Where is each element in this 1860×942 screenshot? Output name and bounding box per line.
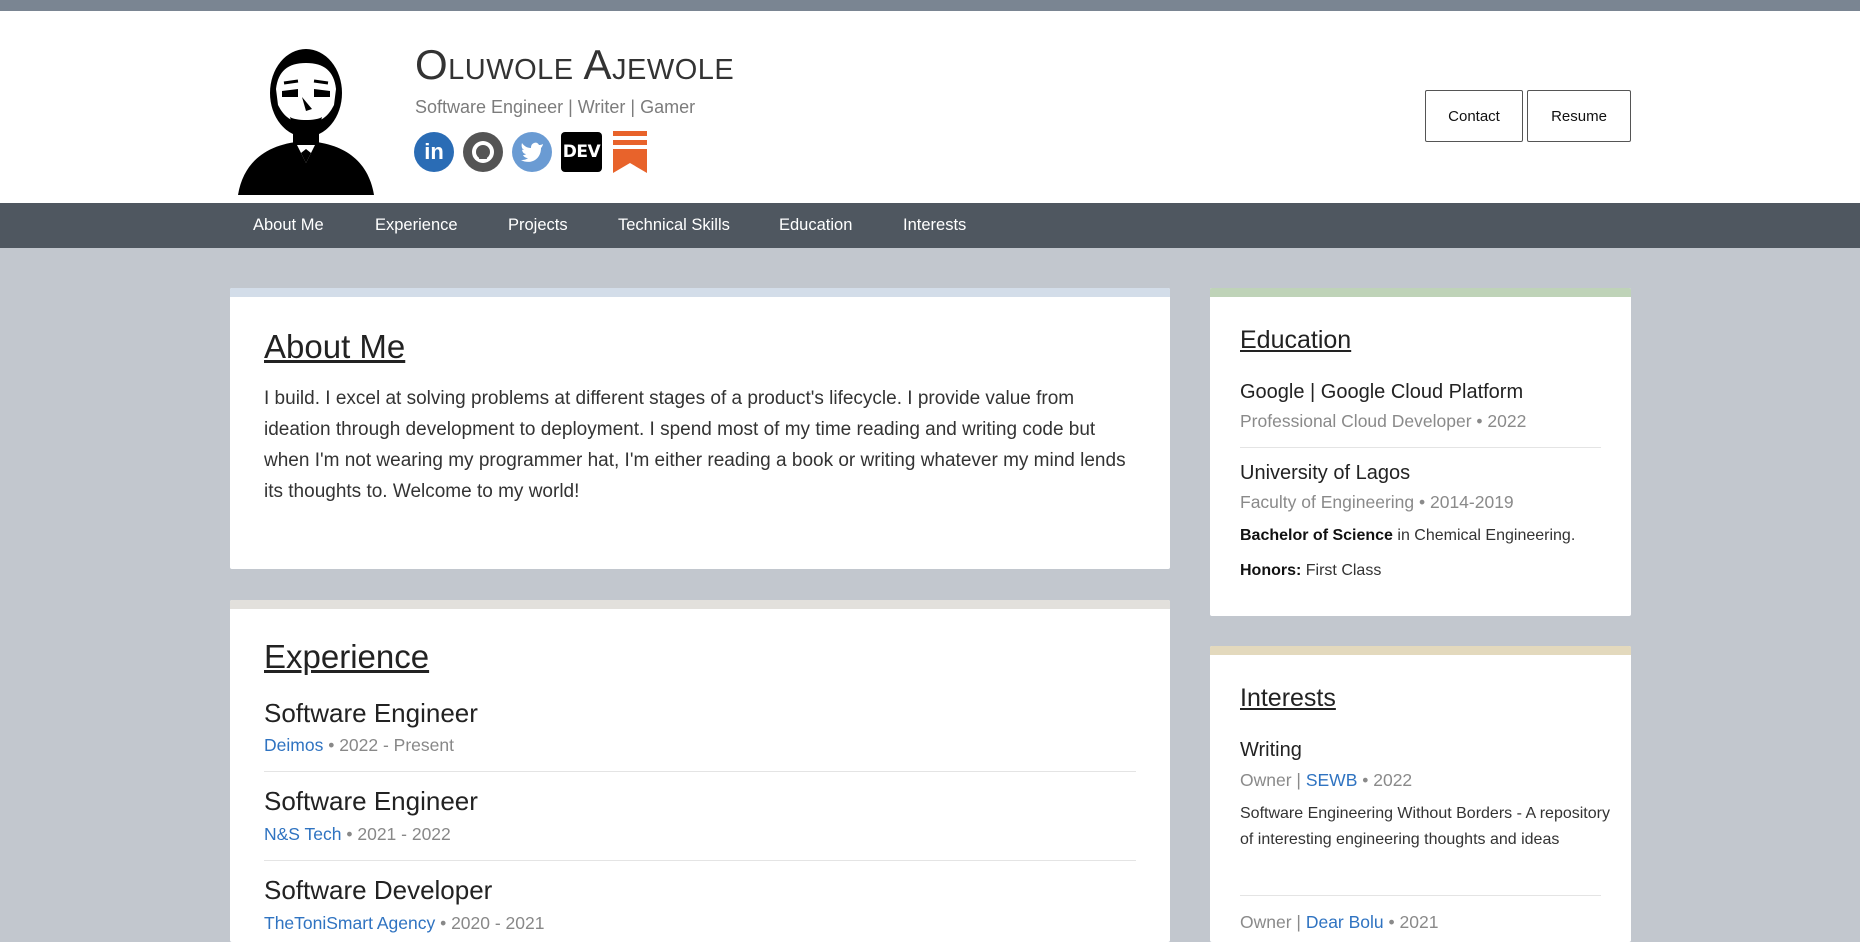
company-link[interactable]: Deimos — [264, 735, 323, 755]
experience-card: Experience Software Engineer Deimos • 20… — [230, 600, 1170, 942]
resume-button[interactable]: Resume — [1527, 90, 1631, 142]
education-meta: Faculty of Engineering • 2014-2019 — [1240, 492, 1514, 512]
interest-meta: Owner | Dear Bolu • 2021 — [1240, 912, 1439, 932]
about-heading: About Me — [264, 328, 406, 365]
twitter-icon[interactable] — [512, 132, 552, 172]
linkedin-icon[interactable]: in — [414, 132, 454, 172]
nav-education[interactable]: Education — [779, 203, 852, 248]
company-link[interactable]: TheToniSmart Agency — [264, 913, 435, 933]
header: Oluwole Ajewole Software Engineer | Writ… — [0, 11, 1860, 203]
education-card: Education Google | Google Cloud Platform… — [1210, 288, 1631, 616]
profile-tagline: Software Engineer | Writer | Gamer — [415, 97, 696, 117]
card-accent — [1210, 646, 1631, 655]
nav-projects[interactable]: Projects — [508, 203, 568, 248]
divider — [264, 771, 1136, 772]
interests-card: Interests Writing Owner | SEWB • 2022 So… — [1210, 646, 1631, 942]
profile-avatar — [238, 49, 374, 195]
interest-description: Software Engineering Without Borders - A… — [1240, 805, 1610, 848]
job-meta: N&S Tech • 2021 - 2022 — [264, 824, 451, 845]
job-title: Software Engineer — [264, 786, 478, 816]
job-period: • 2021 - 2022 — [346, 824, 451, 844]
nav-experience[interactable]: Experience — [375, 203, 458, 248]
interests-heading: Interests — [1240, 684, 1336, 712]
degree-line: Bachelor of Science in Chemical Engineer… — [1240, 527, 1576, 544]
about-card: About Me I build. I excel at solving pro… — [230, 288, 1170, 569]
nav-technical-skills[interactable]: Technical Skills — [618, 203, 730, 248]
dev-icon[interactable]: DEV — [561, 132, 602, 172]
interest-title: Writing — [1240, 739, 1302, 761]
education-title: University of Lagos — [1240, 462, 1411, 484]
interest-link[interactable]: Dear Bolu — [1306, 912, 1384, 932]
interest-meta: Owner | SEWB • 2022 — [1240, 770, 1413, 790]
job-period: • 2020 - 2021 — [440, 913, 545, 933]
profile-name: Oluwole Ajewole — [415, 41, 735, 88]
nav-about-me[interactable]: About Me — [253, 203, 324, 248]
nav-interests[interactable]: Interests — [903, 203, 966, 248]
substack-icon[interactable] — [611, 131, 649, 173]
job-period: • 2022 - Present — [328, 735, 454, 755]
about-text: I build. I excel at solving problems at … — [264, 388, 1126, 502]
card-accent — [1210, 288, 1631, 297]
card-accent — [230, 288, 1170, 297]
company-link[interactable]: N&S Tech — [264, 824, 342, 844]
main-nav: About Me Experience Projects Technical S… — [0, 203, 1860, 248]
divider — [1240, 447, 1601, 448]
education-title: Google | Google Cloud Platform — [1240, 381, 1524, 403]
divider — [1240, 895, 1601, 896]
education-heading: Education — [1240, 326, 1352, 354]
honors-line: Honors: First Class — [1240, 562, 1382, 579]
github-icon[interactable] — [463, 132, 503, 172]
social-links: in DEV — [414, 131, 649, 173]
job-title: Software Developer — [264, 875, 493, 905]
job-title: Software Engineer — [264, 698, 478, 728]
divider — [264, 860, 1136, 861]
job-meta: TheToniSmart Agency • 2020 - 2021 — [264, 913, 544, 934]
experience-heading: Experience — [264, 638, 430, 675]
card-accent — [230, 600, 1170, 609]
top-bar — [0, 0, 1860, 11]
contact-button[interactable]: Contact — [1425, 90, 1523, 142]
education-meta: Professional Cloud Developer • 2022 — [1240, 411, 1527, 431]
interest-link[interactable]: SEWB — [1306, 770, 1358, 790]
job-meta: Deimos • 2022 - Present — [264, 735, 454, 756]
